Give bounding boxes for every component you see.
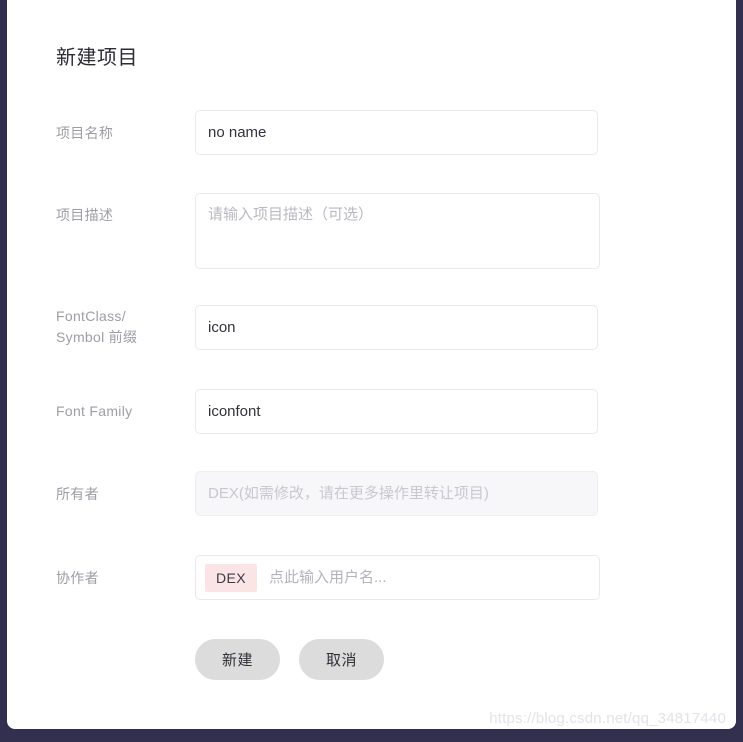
create-button[interactable]: 新建 [195,639,280,680]
page-title: 新建项目 [56,47,138,69]
control-project-name [195,110,598,155]
collaborators-username-input[interactable] [267,555,590,600]
project-name-input[interactable] [195,110,598,155]
watermark-text: https://blog.csdn.net/qq_34817440 [489,710,726,727]
label-fontclass-prefix-line2: Symbol 前缀 [56,329,138,345]
cancel-button[interactable]: 取消 [299,639,384,680]
fontclass-prefix-input[interactable] [195,305,598,350]
control-project-description [195,193,600,269]
project-description-textarea[interactable] [195,193,600,269]
label-project-description: 项目描述 [56,207,114,223]
label-owner: 所有者 [56,486,99,502]
label-project-name: 项目名称 [56,125,114,141]
control-collaborators: DEX [195,555,600,600]
collaborators-tag-input[interactable]: DEX [195,555,600,600]
control-owner [195,471,598,516]
collaborator-tag-dex[interactable]: DEX [205,563,257,592]
label-fontclass-prefix: FontClass/ Symbol 前缀 [56,306,186,348]
owner-input [195,471,598,516]
control-font-family [195,389,598,434]
label-font-family: Font Family [56,403,133,419]
dialog-action-row: 新建 取消 [195,639,384,680]
control-fontclass-prefix [195,305,598,350]
new-project-dialog: 新建项目 项目名称 项目描述 FontClass/ Symbol 前缀 Font… [7,0,736,729]
label-fontclass-prefix-line1: FontClass/ [56,308,126,324]
label-collaborators: 协作者 [56,570,99,586]
font-family-input[interactable] [195,389,598,434]
